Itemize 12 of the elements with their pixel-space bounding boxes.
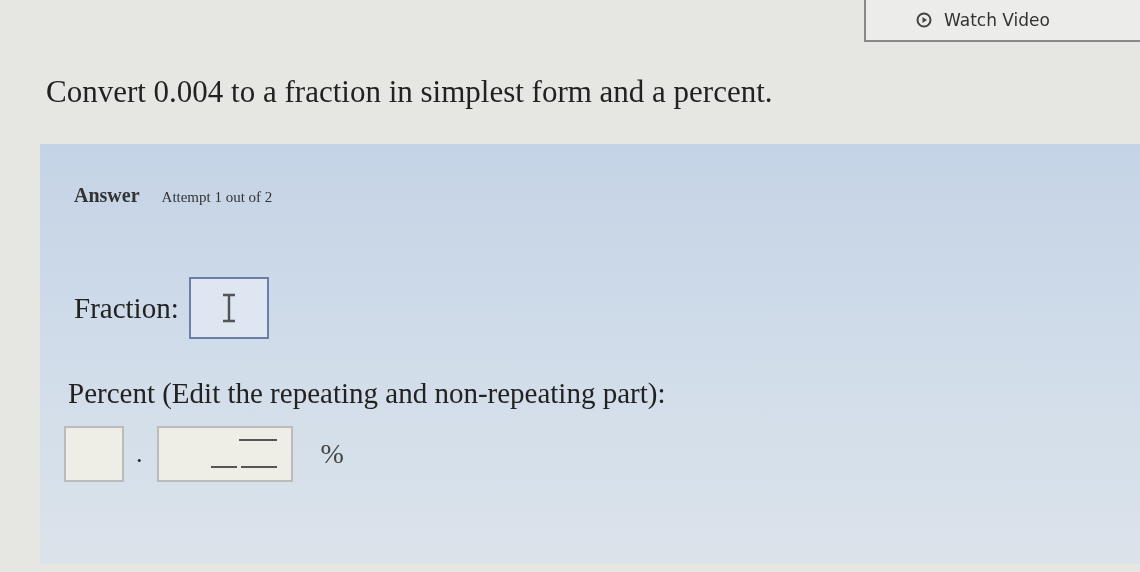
answer-heading: Answer (74, 184, 140, 207)
fraction-field[interactable] (188, 277, 269, 339)
percent-sign: % (320, 438, 344, 470)
whole-part-field[interactable] (64, 426, 124, 482)
play-icon (916, 12, 932, 28)
watch-video-button[interactable]: Watch Video (864, 0, 1140, 42)
fraction-label: Fraction: (74, 291, 179, 325)
attempt-counter: Attempt 1 out of 2 (161, 189, 273, 206)
question-text: Convert 0.004 to a fraction in simplest form and a percent. (46, 74, 774, 111)
percent-label: Percent (Edit the repeating and non-repeating part): (68, 377, 667, 410)
decimal-point: . (136, 439, 143, 469)
repeating-part-field[interactable] (156, 426, 293, 482)
